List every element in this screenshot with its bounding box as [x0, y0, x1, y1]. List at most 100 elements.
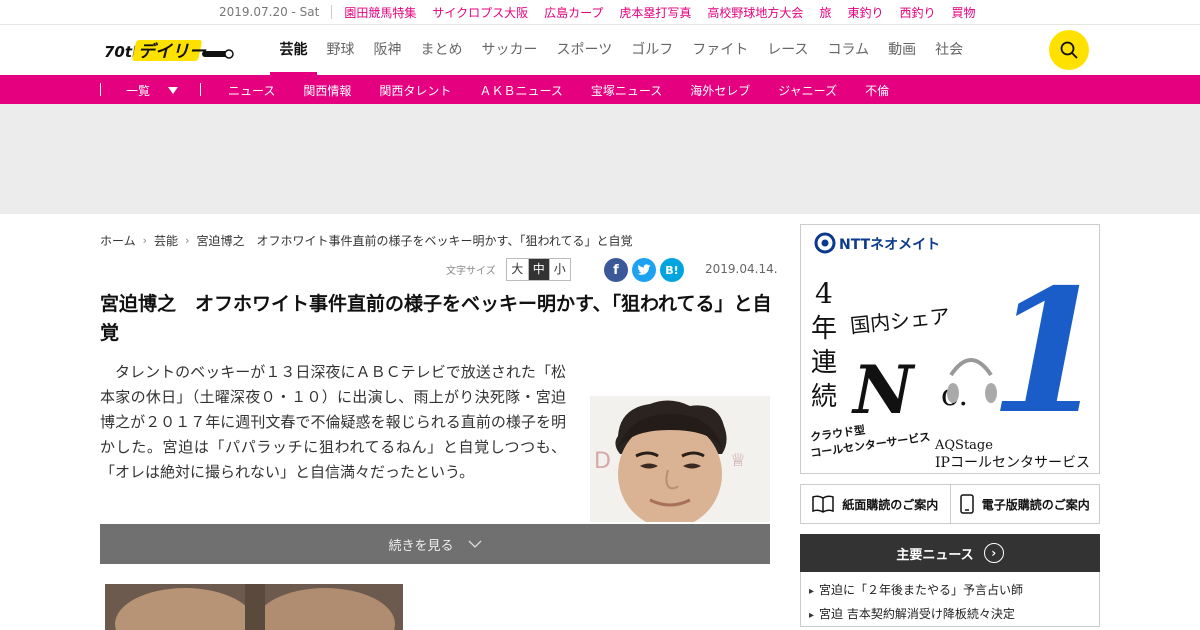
- read-more-button[interactable]: 続きを見る: [100, 524, 770, 564]
- svg-text:連: 連: [811, 348, 837, 378]
- main-news-panel: 主要ニュース › 宮迫に「２年後またやる」予言占い師宮迫 吉本契約解消受け降板続…: [800, 534, 1100, 627]
- top-link[interactable]: 旅: [819, 4, 831, 21]
- chevron-right-icon: ›: [185, 234, 190, 247]
- hatena-icon: B!: [665, 263, 679, 277]
- chevron-right-icon: ›: [142, 234, 148, 247]
- sidebar-ad[interactable]: NTTネオメイト 4 年 連 続 国内シェア N o. 1 クラウド型 コールセ…: [800, 224, 1100, 474]
- nav-item[interactable]: ファイト: [683, 25, 758, 75]
- nav-item[interactable]: サッカー: [472, 25, 547, 75]
- breadcrumb: ホーム › 芸能 › 宮迫博之 オフホワイト事件直前の様子をベッキー明かす、「狙…: [100, 232, 633, 249]
- subscription-links: 紙面購読のご案内 電子版購読のご案内: [800, 484, 1100, 524]
- read-more-label: 続きを見る: [388, 538, 454, 554]
- top-ad-banner[interactable]: [0, 104, 1200, 214]
- related-photo[interactable]: [105, 584, 403, 630]
- nav-item[interactable]: 阪神: [364, 25, 411, 75]
- site-header: 70th デイリー 芸能 野球 阪神 まとめ サッカー スポーツ ゴルフ ファイト レース コラム…: [0, 25, 1200, 75]
- top-link[interactable]: 高校野球地方大会: [707, 4, 803, 21]
- nav-item[interactable]: 野球: [317, 25, 364, 75]
- divider: [200, 83, 201, 96]
- svg-text:1: 1: [989, 252, 1100, 452]
- font-size-buttons: 大中小: [505, 258, 571, 281]
- svg-text:続: 続: [811, 382, 837, 412]
- sub-nav-link[interactable]: ＡＫＢニュース: [479, 82, 562, 99]
- twitter-share-button[interactable]: [632, 258, 656, 282]
- svg-text:年: 年: [811, 314, 837, 344]
- search-icon: [1060, 41, 1078, 59]
- svg-text:AQStage: AQStage: [934, 438, 993, 453]
- main-news-list: 宮迫に「２年後またやる」予言占い師宮迫 吉本契約解消受け降板続々決定: [800, 572, 1100, 627]
- nav-item[interactable]: スポーツ: [547, 25, 622, 75]
- chevron-right-icon: ›: [983, 543, 1004, 563]
- svg-text:4: 4: [815, 277, 833, 310]
- sub-nav-link[interactable]: 関西情報: [303, 82, 351, 99]
- top-link[interactable]: 広島カープ: [544, 4, 603, 21]
- svg-text:デイリー: デイリー: [138, 42, 207, 62]
- main-news-header[interactable]: 主要ニュース ›: [800, 534, 1100, 572]
- sub-nav-link[interactable]: 関西タレント: [379, 82, 451, 99]
- sub-nav-link[interactable]: 宝塚ニュース: [591, 82, 662, 99]
- svg-text:♕: ♕: [730, 450, 746, 471]
- facebook-share-button[interactable]: f: [604, 258, 628, 282]
- nav-item[interactable]: レース: [758, 25, 818, 75]
- breadcrumb-category[interactable]: 芸能: [154, 232, 178, 249]
- font-size-controls: 文字サイズ 大中小: [446, 258, 571, 281]
- portrait-image: D ♕: [590, 396, 770, 522]
- chevron-down-icon: [168, 87, 179, 94]
- facebook-icon: f: [613, 262, 619, 278]
- twitter-icon: [637, 264, 651, 275]
- sub-nav: 一覧 ニュース 関西情報 関西タレント ＡＫＢニュース 宝塚ニュース 海外セレブ ジャニーズ…: [0, 75, 1200, 104]
- top-link[interactable]: 買物: [951, 4, 975, 21]
- sub-nav-links: ニュース 関西情報 関西タレント ＡＫＢニュース 宝塚ニュース 海外セレブ ジャニーズ 不倫: [228, 82, 917, 99]
- top-links: 2019.07.20 - Sat 園田競馬特集 サイクロプス大阪 広島カープ 虎本塁打…: [219, 4, 992, 21]
- top-link[interactable]: サイクロプス大阪: [432, 4, 528, 21]
- print-subscription-label: 紙面購読のご案内: [842, 497, 939, 512]
- font-size-option[interactable]: 小: [548, 259, 570, 280]
- svg-text:N: N: [851, 351, 916, 429]
- news-item[interactable]: 宮迫に「２年後またやる」予言占い師: [809, 578, 1091, 602]
- divider: [100, 83, 101, 96]
- ntt-ad-graphic: NTTネオメイト 4 年 連 続 国内シェア N o. 1 クラウド型 コールセ…: [801, 225, 1100, 473]
- news-item[interactable]: 宮迫 吉本契約解消受け降板続々決定: [809, 602, 1091, 626]
- nav-item[interactable]: 芸能: [270, 25, 317, 75]
- category-menu-toggle[interactable]: 一覧: [126, 82, 179, 99]
- nav-item[interactable]: 社会: [926, 25, 973, 75]
- nav-item[interactable]: まとめ: [411, 25, 472, 75]
- sub-nav-link[interactable]: 不倫: [865, 82, 889, 99]
- breadcrumb-home[interactable]: ホーム: [100, 232, 136, 249]
- main-content: ホーム › 芸能 › 宮迫博之 オフホワイト事件直前の様子をベッキー明かす、「狙…: [0, 214, 1200, 630]
- hatena-bookmark-button[interactable]: B!: [660, 258, 684, 282]
- top-link[interactable]: 園田競馬特集: [344, 4, 416, 21]
- main-news-title: 主要ニュース: [896, 547, 974, 563]
- sub-nav-link[interactable]: ジャニーズ: [778, 82, 837, 99]
- site-logo[interactable]: 70th デイリー: [104, 37, 234, 63]
- font-size-option[interactable]: 大: [507, 259, 528, 280]
- top-link[interactable]: 東釣り: [847, 4, 883, 21]
- digital-subscription-label: 電子版購読のご案内: [981, 497, 1090, 512]
- top-strip: 2019.07.20 - Sat 園田競馬特集 サイクロプス大阪 広島カープ 虎本塁打…: [0, 0, 1200, 25]
- related-image: [105, 584, 403, 630]
- nav-item[interactable]: ゴルフ: [622, 25, 683, 75]
- top-link[interactable]: 西釣り: [899, 4, 935, 21]
- svg-text:NTTネオメイト: NTTネオメイト: [839, 237, 940, 253]
- font-size-option[interactable]: 中: [527, 259, 549, 280]
- sub-nav-link[interactable]: ニュース: [228, 82, 275, 99]
- digital-subscription-button[interactable]: 電子版購読のご案内: [949, 485, 1100, 523]
- search-button[interactable]: [1049, 30, 1089, 70]
- chevron-down-icon: [468, 540, 481, 548]
- current-date: 2019.07.20 - Sat: [219, 5, 333, 19]
- font-size-label: 文字サイズ: [446, 266, 496, 277]
- article-title: 宮迫博之 オフホワイト事件直前の様子をベッキー明かす、「狙われてる」と自覚: [100, 293, 772, 344]
- article-photo[interactable]: D ♕: [590, 396, 770, 522]
- print-subscription-button[interactable]: 紙面購読のご案内: [801, 485, 950, 523]
- nav-item[interactable]: コラム: [818, 25, 879, 75]
- top-link[interactable]: 虎本塁打写真: [619, 4, 691, 21]
- breadcrumb-current: 宮迫博之 オフホワイト事件直前の様子をベッキー明かす、「狙われてる」と自覚: [196, 234, 633, 248]
- main-nav: 芸能 野球 阪神 まとめ サッカー スポーツ ゴルフ ファイト レース コラム 動画 社会: [270, 25, 973, 75]
- logo-graphic: 70th デイリー: [104, 40, 234, 62]
- text-fade-overlay: [100, 480, 570, 518]
- sub-nav-link[interactable]: 海外セレブ: [690, 82, 750, 99]
- smartphone-icon: [959, 494, 974, 514]
- svg-text:IPコールセンタサービス: IPコールセンタサービス: [935, 455, 1090, 471]
- svg-text:D: D: [594, 449, 611, 474]
- nav-item[interactable]: 動画: [879, 25, 926, 75]
